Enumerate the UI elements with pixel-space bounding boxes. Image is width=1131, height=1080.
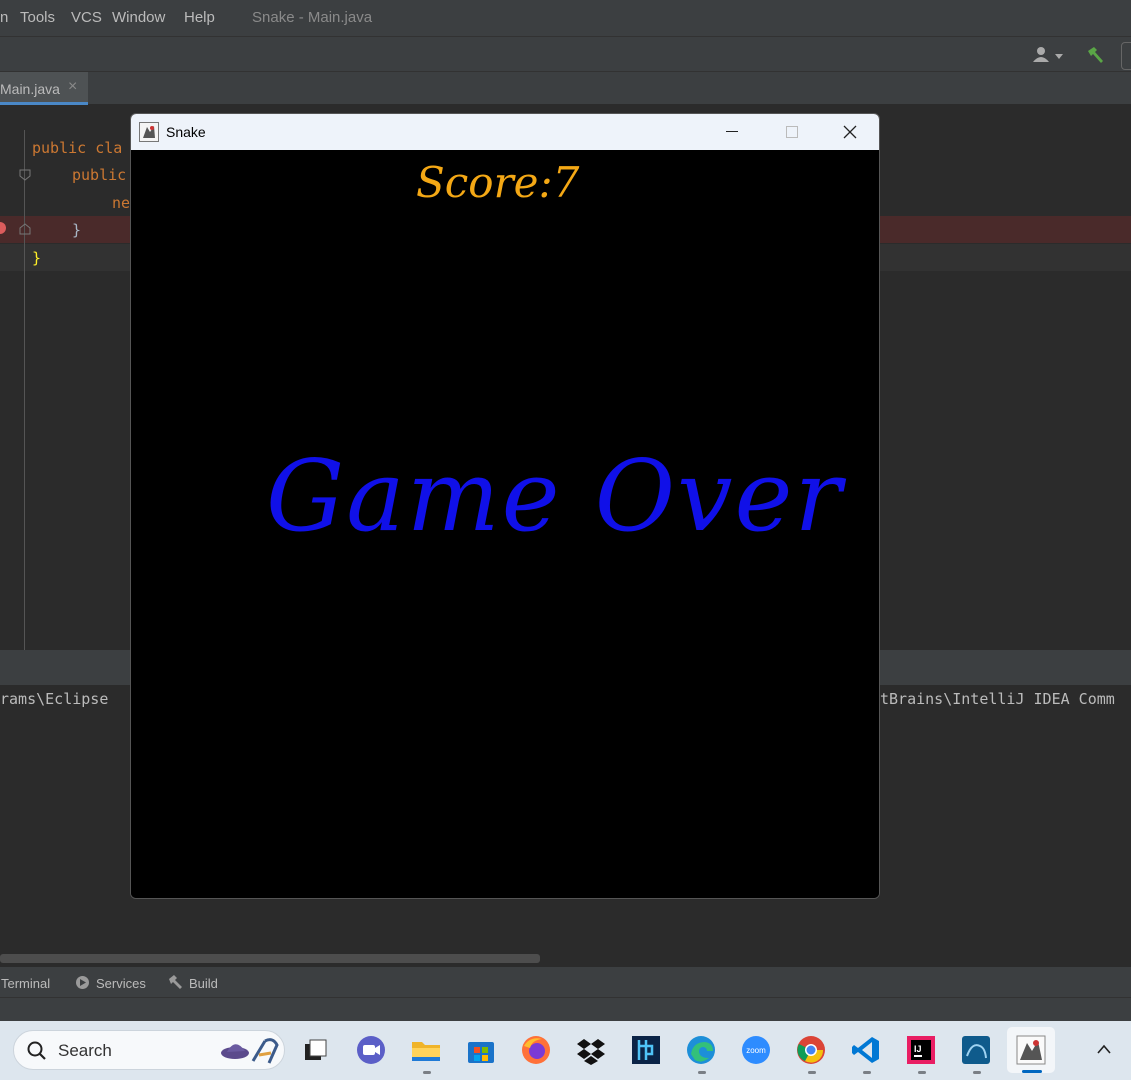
services-icon	[76, 976, 89, 989]
build-tab-icon	[169, 975, 182, 989]
build-hammer-icon[interactable]	[1085, 45, 1105, 65]
search-highlight-icon	[221, 1038, 279, 1064]
menu-item-help[interactable]: Help	[184, 9, 215, 26]
menu-item-vcs[interactable]: VCS	[71, 9, 102, 26]
terminal-tab[interactable]: Terminal	[1, 976, 50, 991]
zoom-icon[interactable]: zoom	[740, 1034, 772, 1066]
chrome-icon[interactable]	[795, 1034, 827, 1066]
search-icon	[27, 1041, 46, 1060]
ide-window-title: Snake - Main.java	[252, 9, 373, 26]
services-tab[interactable]: Services	[96, 976, 146, 991]
console-output-right: tBrains\IntelliJ IDEA Comm	[880, 690, 1115, 708]
menu-item-partial[interactable]: n	[0, 9, 8, 26]
app-icon[interactable]	[630, 1034, 662, 1066]
fold-marker-icon[interactable]	[18, 222, 32, 236]
chevron-up-icon[interactable]	[1096, 1043, 1112, 1055]
console-output-left: rams\Eclipse	[0, 690, 109, 708]
ide-status-bar	[0, 997, 1131, 1021]
console-horizontal-scrollbar[interactable]	[0, 954, 540, 963]
game-titlebar[interactable]: Snake	[131, 114, 879, 150]
game-over-message: Game Over	[266, 440, 844, 554]
game-canvas[interactable]: Score:7 Game Over	[131, 150, 879, 898]
running-indicator	[698, 1071, 706, 1074]
microsoft-store-icon[interactable]	[465, 1034, 497, 1066]
code-line-3: ne	[112, 194, 131, 212]
zoom-icon-label: zoom	[746, 1046, 766, 1055]
close-icon[interactable]	[843, 125, 857, 139]
snake-game-window: Snake Score:7 Game Over	[130, 113, 880, 899]
taskbar-search-box[interactable]: Search	[13, 1030, 285, 1070]
editor-tab-main-java[interactable]: Main.java ×	[0, 72, 88, 105]
firefox-icon[interactable]	[520, 1034, 552, 1066]
game-window-title: Snake	[166, 124, 206, 140]
active-app-indicator	[1022, 1070, 1042, 1073]
running-indicator	[423, 1071, 431, 1074]
tab-label: Main.java	[0, 81, 60, 97]
java-app-icon	[139, 122, 159, 142]
maximize-icon[interactable]	[786, 126, 798, 138]
ide-menubar: n Tools VCS Window Help Snake - Main.jav…	[0, 0, 1131, 36]
intellij-icon[interactable]: IJ	[905, 1034, 937, 1066]
intellij-icon-label: IJ	[914, 1044, 922, 1054]
mysql-workbench-icon[interactable]	[960, 1034, 992, 1066]
running-indicator	[808, 1071, 816, 1074]
minimize-icon[interactable]	[726, 131, 738, 132]
tab-close-icon[interactable]: ×	[68, 78, 77, 96]
menu-item-tools[interactable]: Tools	[20, 9, 55, 26]
search-placeholder: Search	[58, 1041, 112, 1060]
file-explorer-icon[interactable]	[410, 1034, 442, 1066]
user-account-icon[interactable]	[1032, 46, 1066, 64]
menu-item-window[interactable]: Window	[112, 9, 165, 26]
code-line-2: public	[72, 166, 127, 184]
running-indicator	[918, 1071, 926, 1074]
gutter-separator	[24, 130, 25, 650]
teams-chat-icon[interactable]	[355, 1034, 387, 1066]
vscode-icon[interactable]	[850, 1034, 882, 1066]
tool-window-bar: Terminal Services Build	[0, 967, 1131, 997]
fold-marker-icon[interactable]	[18, 168, 32, 182]
editor-tabbar	[0, 72, 1131, 105]
ide-toolbar	[0, 36, 1131, 72]
edge-icon[interactable]	[685, 1034, 717, 1066]
run-config-selector[interactable]	[1121, 42, 1131, 70]
code-line-4: }	[72, 221, 82, 239]
code-line-5: }	[32, 249, 42, 267]
java-app-icon[interactable]	[1015, 1034, 1047, 1066]
running-indicator	[863, 1071, 871, 1074]
dropbox-icon[interactable]	[575, 1034, 607, 1066]
score-label: Score:7	[416, 158, 580, 207]
build-tab[interactable]: Build	[189, 976, 218, 991]
running-indicator	[973, 1071, 981, 1074]
task-view-icon[interactable]	[300, 1034, 332, 1066]
code-line-1: public cla	[32, 139, 123, 157]
